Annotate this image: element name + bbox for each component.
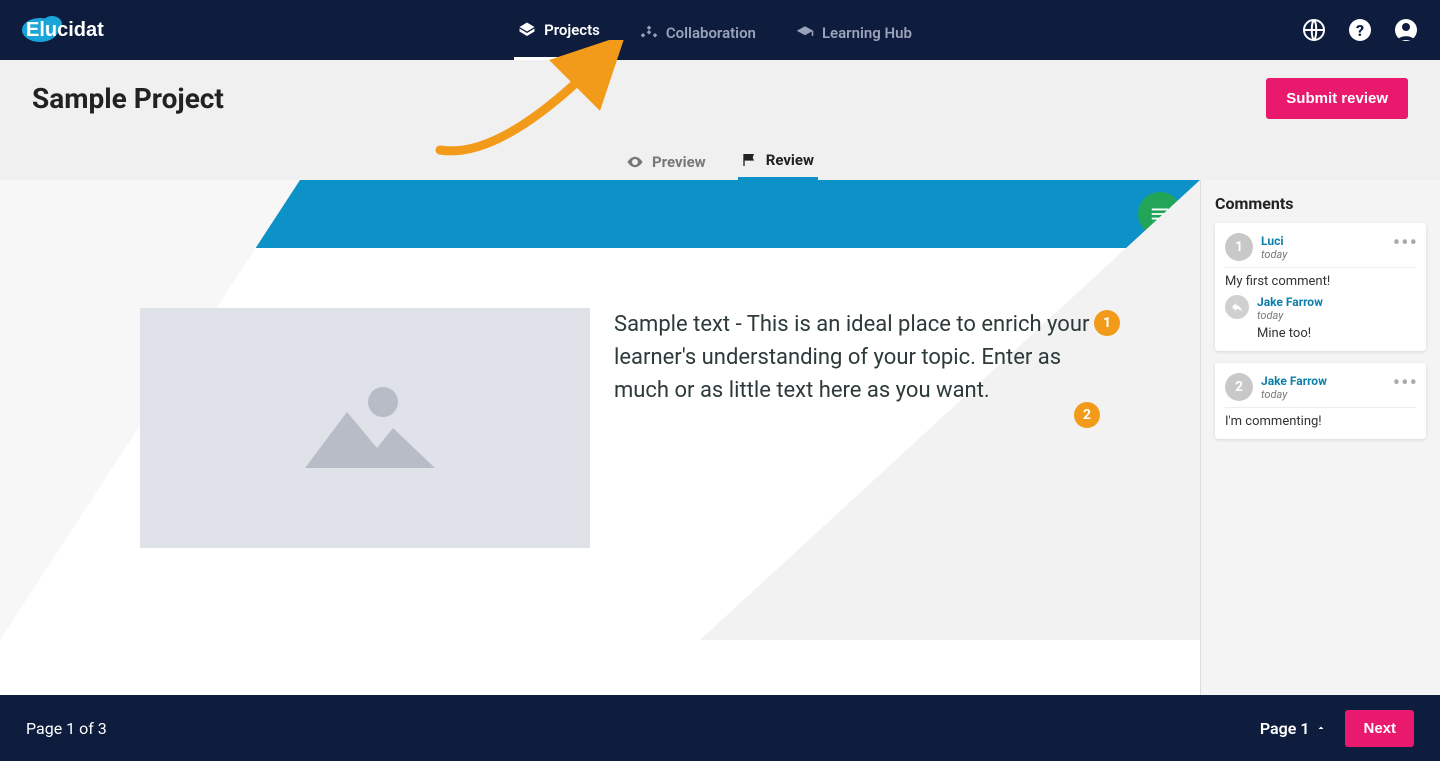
- caret-up-icon: [1315, 722, 1327, 734]
- comment-author: Jake Farrow: [1261, 374, 1327, 388]
- subhead: Sample Project Submit review Preview Rev…: [0, 60, 1440, 180]
- comment-badge: 2: [1225, 373, 1253, 401]
- comments-heading: Comments: [1215, 194, 1426, 213]
- page-counter: Page 1 of 3: [26, 719, 107, 738]
- submit-review-button[interactable]: Submit review: [1266, 78, 1408, 119]
- tabrow: Preview Review: [32, 143, 1408, 180]
- nav-right: ?: [1300, 16, 1420, 44]
- hamburger-menu-button[interactable]: [1138, 192, 1182, 236]
- comment-reply: Jake Farrow today •••: [1225, 295, 1416, 322]
- nav-projects-label: Projects: [544, 21, 600, 39]
- comment-body: My first comment!: [1225, 274, 1416, 289]
- flag-icon: [742, 152, 758, 168]
- page-banner: Page 1: [0, 180, 1200, 248]
- comment-marker-2[interactable]: 2: [1074, 402, 1100, 428]
- topbar: Elucidat Projects Collaboration Learning…: [0, 0, 1440, 60]
- nav-learning-hub-label: Learning Hub: [822, 24, 912, 42]
- comment-more-icon[interactable]: •••: [1393, 371, 1418, 396]
- nav-collaboration[interactable]: Collaboration: [636, 6, 760, 60]
- reply-author: Jake Farrow: [1257, 295, 1323, 309]
- collab-icon: [640, 24, 658, 42]
- project-title: Sample Project: [32, 82, 1408, 115]
- nav-center: Projects Collaboration Learning Hub: [130, 0, 1300, 60]
- page-banner-title: Page 1: [18, 197, 112, 232]
- svg-text:?: ?: [1356, 21, 1364, 40]
- account-icon[interactable]: [1392, 16, 1420, 44]
- nav-collaboration-label: Collaboration: [666, 24, 756, 42]
- tab-review[interactable]: Review: [738, 143, 818, 180]
- tab-review-label: Review: [766, 151, 814, 169]
- eye-icon: [626, 153, 644, 171]
- comment-marker-1[interactable]: 1: [1094, 310, 1120, 336]
- brand-logo: Elucidat: [20, 10, 130, 50]
- globe-icon[interactable]: [1300, 16, 1328, 44]
- image-placeholder: [140, 308, 590, 548]
- comment-more-icon[interactable]: •••: [1393, 231, 1418, 256]
- layers-icon: [518, 21, 536, 39]
- help-icon[interactable]: ?: [1346, 16, 1374, 44]
- content-column: Page 1 Sample text - This is an ideal pl…: [0, 180, 1200, 707]
- comment-badge: 1: [1225, 233, 1253, 261]
- menu-icon: [1149, 203, 1171, 225]
- footer: Page 1 of 3 Page 1 Next: [0, 695, 1440, 761]
- tab-preview-label: Preview: [652, 153, 706, 171]
- reply-time: today: [1257, 309, 1323, 322]
- tab-preview[interactable]: Preview: [622, 143, 710, 180]
- page-dropdown-label: Page 1: [1260, 719, 1310, 738]
- nav-projects[interactable]: Projects: [514, 3, 604, 60]
- reply-body: Mine too!: [1257, 326, 1416, 341]
- nav-learning-hub[interactable]: Learning Hub: [792, 6, 916, 60]
- comments-panel: Comments 1 Luci today My first comment! …: [1200, 180, 1440, 707]
- content-body: Sample text - This is an ideal place to …: [0, 248, 1200, 588]
- comment-card-1[interactable]: 1 Luci today My first comment! Jake Farr…: [1215, 223, 1426, 351]
- comment-author: Luci: [1261, 234, 1287, 248]
- reply-icon: [1225, 295, 1249, 319]
- comment-card-2[interactable]: ••• 2 Jake Farrow today I'm commenting!: [1215, 363, 1426, 439]
- comment-time: today: [1261, 248, 1287, 261]
- cap-icon: [796, 24, 814, 42]
- page-dropdown[interactable]: Page 1: [1260, 719, 1328, 738]
- sample-text: Sample text - This is an ideal place to …: [614, 308, 1110, 548]
- comment-body: I'm commenting!: [1225, 414, 1416, 429]
- comment-time: today: [1261, 388, 1327, 401]
- placeholder-icon: [285, 368, 445, 488]
- svg-text:Elucidat: Elucidat: [26, 19, 104, 41]
- next-button[interactable]: Next: [1345, 710, 1414, 747]
- main: Page 1 Sample text - This is an ideal pl…: [0, 180, 1440, 707]
